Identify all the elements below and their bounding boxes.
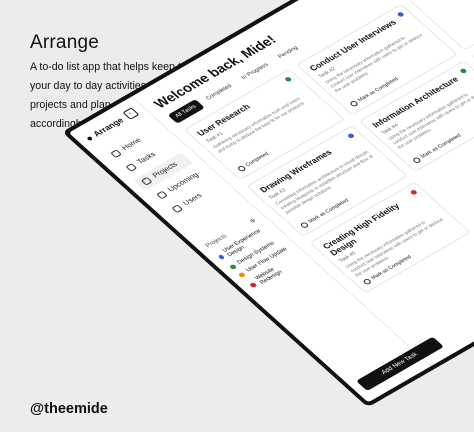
brand-dot-icon	[85, 135, 93, 141]
projects-icon	[140, 176, 153, 186]
check-circle-icon	[361, 278, 372, 286]
task-number	[422, 0, 474, 4]
project-color-dot-icon	[248, 281, 258, 288]
nav-label: Home	[120, 137, 144, 152]
check-circle-icon	[298, 221, 310, 230]
users-icon	[171, 204, 184, 214]
check-circle-icon	[236, 165, 247, 173]
check-circle-icon	[411, 156, 422, 165]
app-mockup: Arrange ‹ Home Tasks Projects Upcoming U…	[62, 0, 474, 408]
tasks-icon	[125, 163, 138, 172]
calendar-icon	[156, 190, 168, 200]
mockup-stage: Arrange ‹ Home Tasks Projects Upcoming U…	[0, 0, 474, 432]
task-status: Mark as Completed	[419, 132, 463, 160]
task-status: Mark as Completed	[356, 76, 401, 104]
task-title	[420, 0, 474, 1]
project-color-dot-icon	[228, 263, 237, 270]
mark-completed-button[interactable]: Completed	[236, 151, 271, 173]
project-item[interactable]: Website Redesign	[246, 254, 303, 290]
check-circle-icon	[348, 100, 359, 108]
nav-label: Tasks	[136, 151, 158, 166]
brand-name: Arrange	[91, 116, 126, 139]
task-description	[422, 0, 474, 4]
nav-label: Users	[182, 192, 204, 207]
task-status: Completed	[244, 151, 271, 168]
home-icon	[110, 149, 123, 159]
project-color-dot-icon	[217, 253, 225, 260]
project-color-dot-icon	[237, 271, 246, 278]
task-status: Mark as Completed	[306, 197, 351, 225]
add-project-icon[interactable]: ⊕	[248, 217, 258, 225]
nav-label: Projects	[151, 161, 180, 180]
app-screen: Arrange ‹ Home Tasks Projects Upcoming U…	[68, 0, 474, 403]
